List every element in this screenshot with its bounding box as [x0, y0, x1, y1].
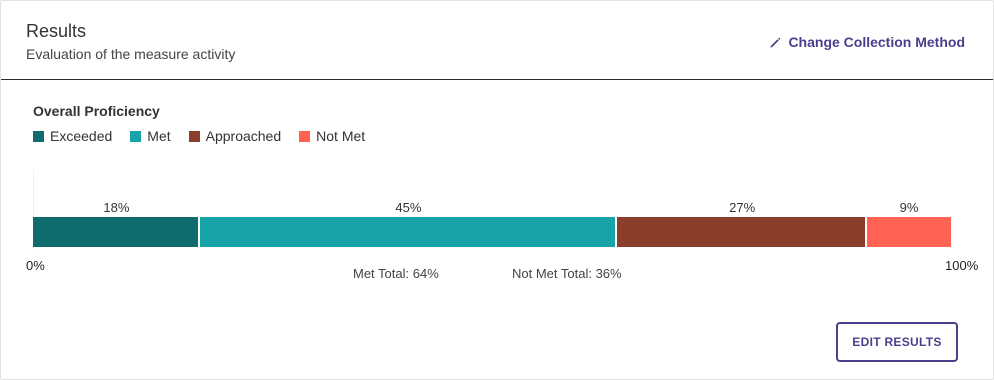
bar-segment-exceeded — [33, 217, 200, 247]
axis-min-label: 0% — [26, 258, 45, 273]
bar-value-label-not-met: 9% — [899, 200, 919, 215]
page-title: Results — [26, 21, 87, 41]
edit-results-button[interactable]: EDIT RESULTS — [836, 322, 958, 362]
bar-segment-approached — [617, 217, 868, 247]
chart-legend: Exceeded Met Approached Not Met — [33, 128, 365, 144]
legend-label: Met — [147, 128, 171, 144]
met-total-label: Met Total: 64% — [353, 266, 439, 281]
legend-label: Not Met — [316, 128, 366, 144]
page-subtitle: Evaluation of the measure activity — [26, 46, 236, 62]
bar-segment-met — [199, 217, 617, 247]
legend-label: Approached — [205, 128, 282, 144]
legend-item-not-met: Not Met — [299, 128, 365, 144]
legend-swatch — [188, 130, 200, 142]
not-met-total-label: Not Met Total: 36% — [512, 266, 622, 281]
legend-swatch — [299, 130, 311, 142]
bar-value-label-exceeded: 18% — [103, 200, 130, 215]
legend-label: Exceeded — [50, 128, 113, 144]
section-title: Overall Proficiency — [33, 103, 160, 119]
bar-value-label-met: 45% — [395, 200, 422, 215]
stacked-proficiency-bar — [33, 217, 960, 247]
chart-value-labels: 18% 45% 27% 9% — [33, 200, 960, 216]
results-card: Results Evaluation of the measure activi… — [0, 0, 994, 380]
legend-swatch — [130, 130, 142, 142]
change-collection-method-label: Change Collection Method — [788, 34, 965, 50]
legend-item-met: Met — [130, 128, 171, 144]
legend-swatch — [33, 130, 44, 142]
results-header: Results Evaluation of the measure activi… — [1, 1, 993, 80]
legend-item-approached: Approached — [188, 128, 282, 144]
bar-value-label-approached: 27% — [729, 200, 756, 215]
bar-segment-not-met — [867, 217, 951, 247]
pencil-icon — [771, 37, 781, 47]
change-collection-method-link[interactable]: Change Collection Method — [769, 34, 965, 50]
axis-max-label: 100% — [945, 258, 979, 273]
legend-item-exceeded: Exceeded — [33, 128, 112, 144]
